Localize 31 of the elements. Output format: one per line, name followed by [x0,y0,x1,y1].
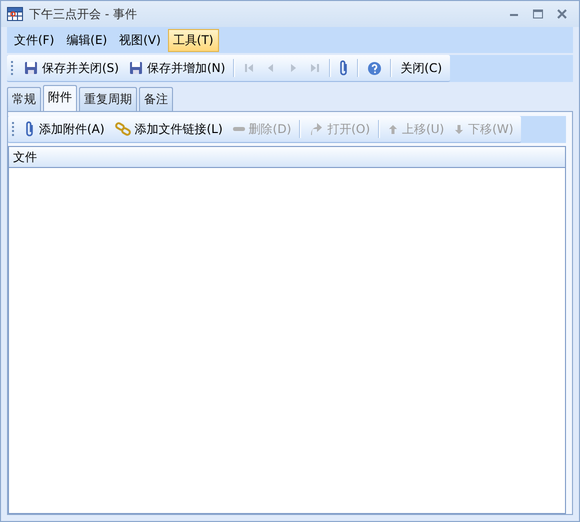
file-list[interactable]: 文件 [8,146,566,514]
first-icon [243,62,256,74]
down-arrow-icon [454,124,464,134]
tab[interactable]: 常规 [7,87,41,111]
tab[interactable]: 附件 [43,85,77,111]
menu-item[interactable]: 工具(T) [168,28,218,52]
up-arrow-icon [388,124,398,134]
paperclip-icon [25,121,35,137]
toolbar-button[interactable]: 关闭(C) [396,57,446,79]
window-title: 下午三点开会 - 事件 [29,6,138,22]
tab[interactable]: 备注 [139,87,173,111]
calendar-grid-icon [7,7,23,21]
curved-arrow-icon [309,122,324,136]
toolbar-button[interactable]: 保存并关闭(S) [20,57,123,79]
column-header[interactable]: 文件 [13,148,37,166]
menu-item[interactable]: 视图(V) [114,28,166,52]
floppy-icon [24,61,38,75]
floppy-icon [128,61,143,75]
menu-item[interactable]: 文件(F) [9,28,60,52]
toolbar-button[interactable]: 保存并增加(N) [124,57,230,79]
minus-icon [232,126,245,132]
menu-item[interactable]: 编辑(E) [61,28,112,52]
maximize-icon[interactable] [533,9,543,19]
paperclip-icon [339,60,350,76]
tab[interactable]: 重复周期 [79,87,137,111]
help-icon [367,60,382,76]
last-icon [309,62,322,74]
toolbar-button[interactable]: 添加附件(A) [21,118,109,140]
toolbar-button[interactable]: 添加文件链接(L) [110,118,227,140]
chain-link-icon [114,122,131,136]
close-icon[interactable] [557,9,567,19]
